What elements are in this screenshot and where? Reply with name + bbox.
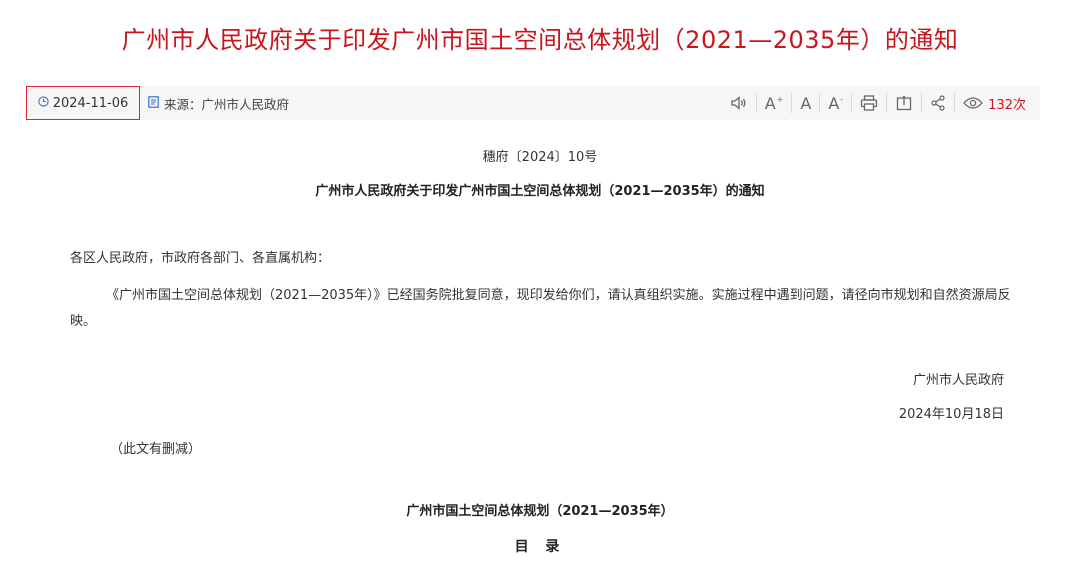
share-icon [930, 95, 946, 111]
document-number: 穗府〔2024〕10号 [482, 150, 598, 165]
publish-date: 2024-11-06 [26, 86, 140, 120]
article-source: 来源：广州市人民政府 [148, 86, 289, 120]
font-reset-icon: A [800, 93, 812, 113]
table-of-contents-heading: 目 录 [514, 539, 566, 555]
document-body: 《广州市国土空间总体规划（2021—2035年）》已经国务院批复同意，现印发给你… [70, 288, 1011, 329]
signature-date: 2024年10月18日 [898, 407, 1004, 422]
document-salutation: 各区人民政府，市政府各部门、各直属机构： [70, 251, 331, 266]
page-title: 广州市人民政府关于印发广州市国土空间总体规划（2021—2035年）的通知 [121, 26, 959, 54]
view-count-text: 132次 [988, 97, 1026, 113]
document-heading: 广州市人民政府关于印发广州市国土空间总体规划（2021—2035年）的通知 [315, 184, 765, 199]
signature-organization: 广州市人民政府 [912, 373, 1004, 388]
article-source-text: 来源：广州市人民政府 [164, 96, 290, 112]
font-decrease-icon: A- [828, 93, 844, 113]
source-icon [148, 95, 159, 111]
read-aloud-button[interactable] [722, 93, 757, 113]
share-button[interactable] [922, 93, 956, 113]
font-reset-button[interactable]: A [792, 93, 821, 113]
share-out-icon [895, 95, 913, 111]
print-icon [860, 95, 878, 111]
clock-icon [38, 96, 49, 110]
speaker-icon [730, 95, 748, 111]
abridged-note: （此文有删减） [110, 442, 202, 457]
font-increase-button[interactable]: A+ [757, 93, 793, 113]
print-button[interactable] [852, 93, 888, 113]
font-decrease-button[interactable]: A- [820, 93, 853, 113]
font-increase-icon: A+ [764, 93, 784, 113]
article-meta-bar: 2024-11-06 来源：广州市人民政府 A+ A A- 132次 [26, 86, 1040, 120]
eye-icon [963, 96, 988, 110]
publish-date-text: 2024-11-06 [52, 95, 129, 111]
share-out-button[interactable] [887, 93, 923, 113]
view-count: 132次 [955, 93, 1034, 113]
article-toolbar: A+ A A- 132次 [722, 86, 1034, 120]
plan-title: 广州市国土空间总体规划（2021—2035年） [406, 504, 674, 519]
